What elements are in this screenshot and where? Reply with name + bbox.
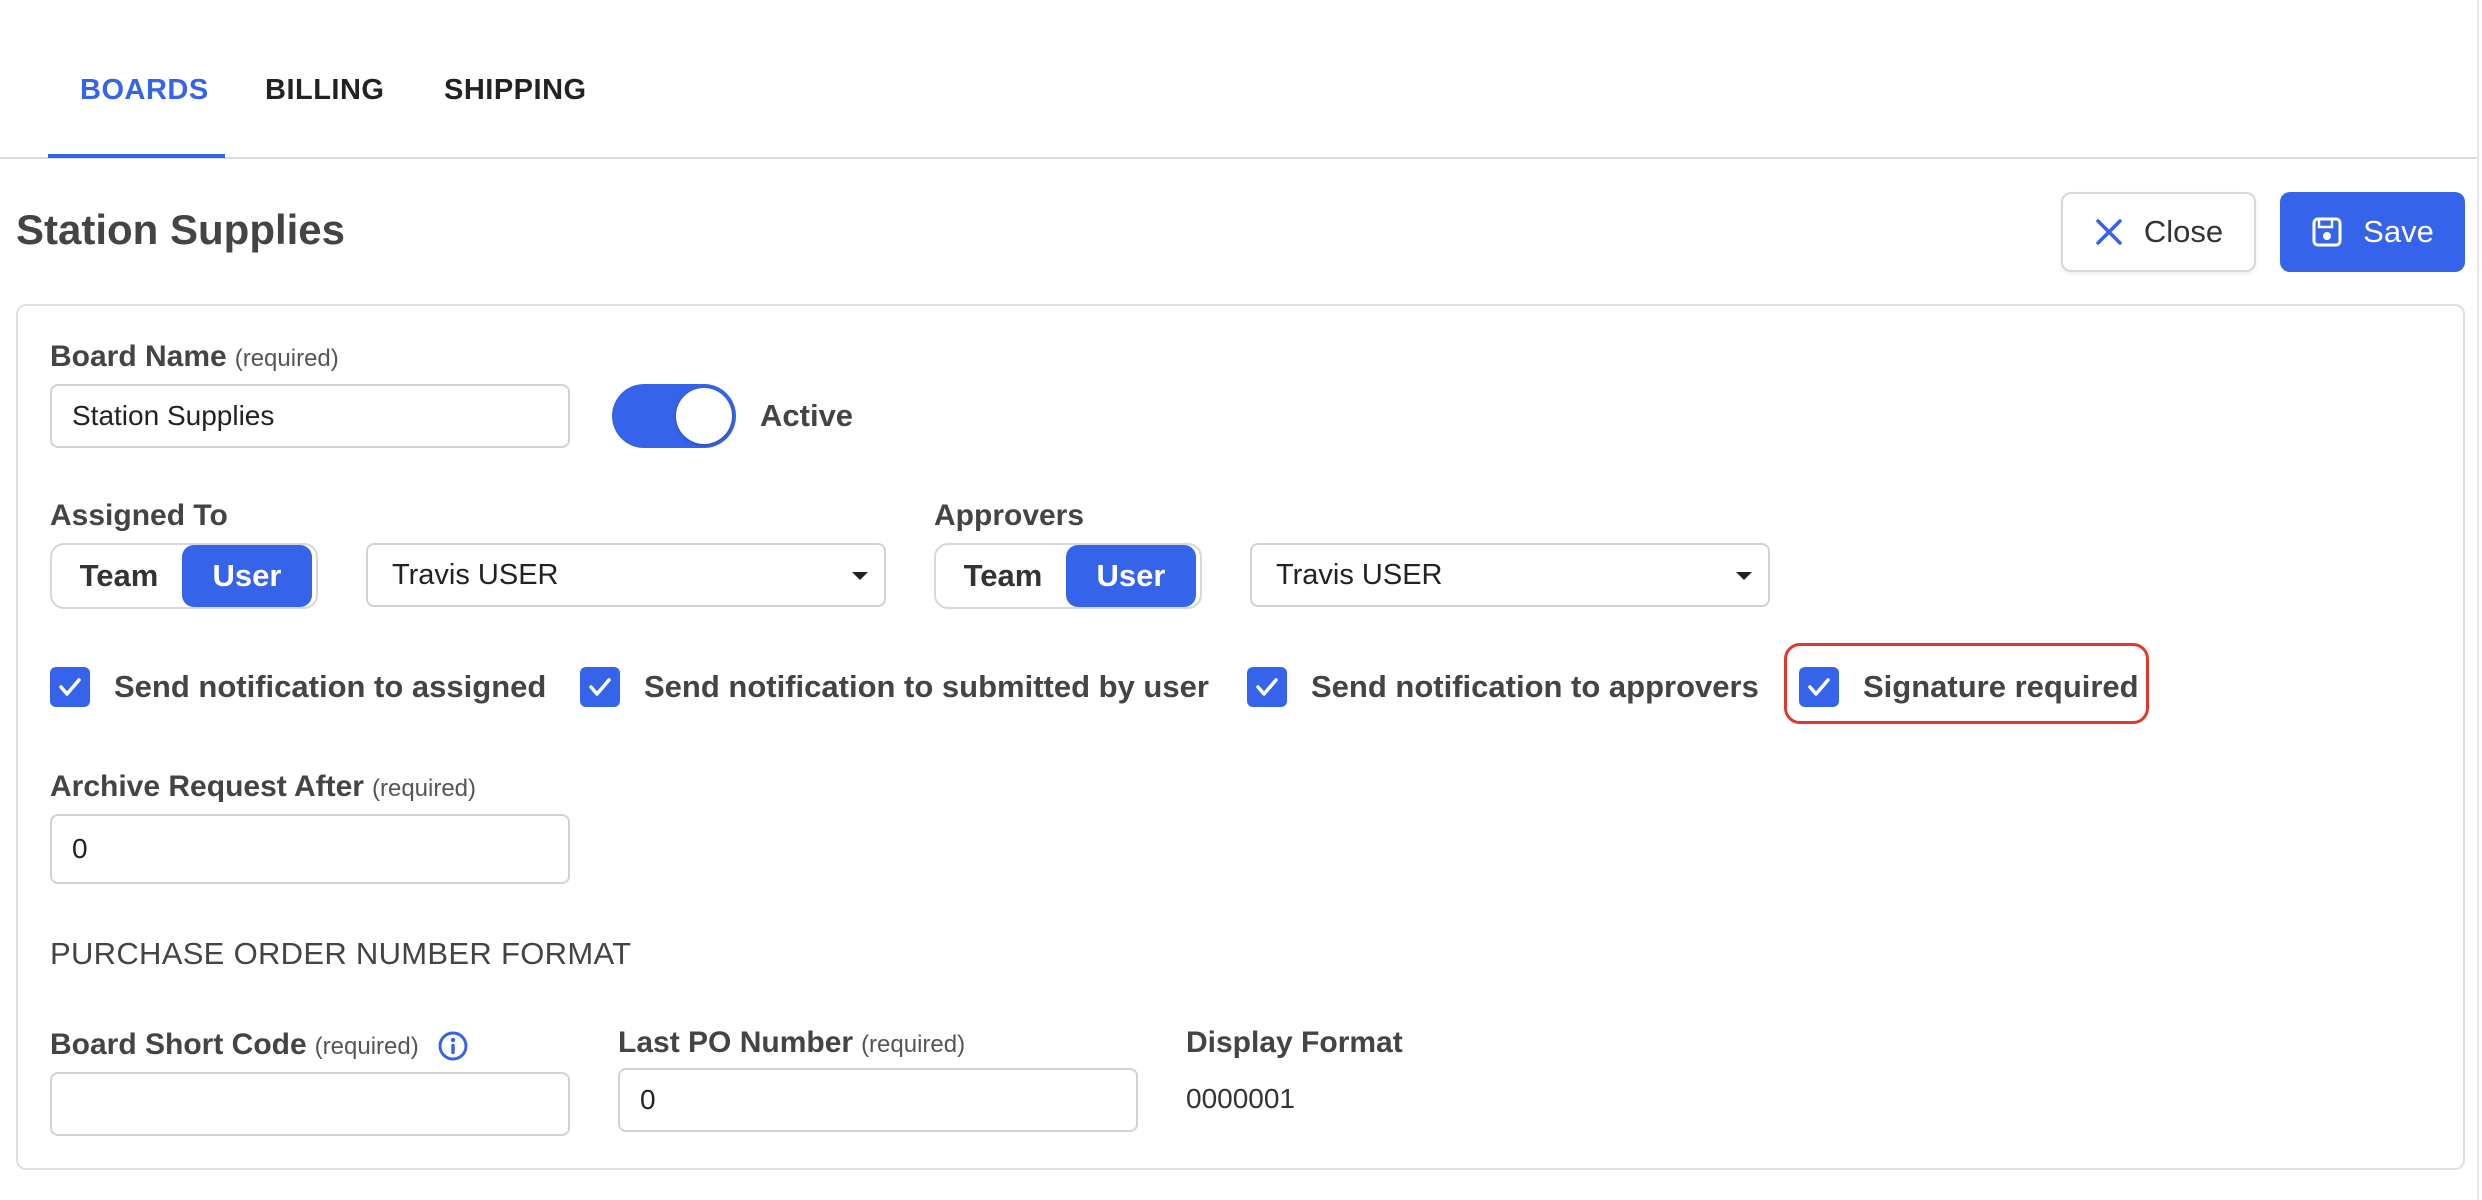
archive-after-label-text: Archive Request After [50,770,364,803]
required-note: (required) [314,1033,419,1060]
assigned-to-mode-toggle: Team User [50,543,318,609]
last-po-number-label: Last PO Number (required) [618,1026,965,1060]
notify-assigned-checkbox[interactable]: Send notification to assigned [50,667,546,707]
assigned-to-label: Assigned To [50,499,228,532]
panel-edge [2477,0,2479,1200]
check-icon [580,667,620,707]
assigned-to-select-value: Travis USER [392,558,559,591]
po-format-heading: PURCHASE ORDER NUMBER FORMAT [50,936,632,971]
approvers-mode-toggle: Team User [934,543,1202,609]
board-short-code-label: Board Short Code (required) [50,1028,469,1062]
caret-down-icon [1736,572,1752,580]
approvers-select[interactable]: Travis USER [1250,543,1770,607]
required-note: (required) [234,345,339,372]
active-tab-indicator [48,154,225,158]
check-icon [1247,667,1287,707]
last-po-number-label-text: Last PO Number [618,1026,854,1059]
display-format-label: Display Format [1186,1026,1403,1059]
approvers-user-option[interactable]: User [1066,545,1196,607]
required-note: (required) [861,1031,966,1058]
approvers-label: Approvers [934,499,1085,532]
tab-boards[interactable]: BOARDS [80,74,209,107]
archive-after-label: Archive Request After (required) [50,770,476,804]
approvers-select-value: Travis USER [1276,558,1443,591]
tab-billing[interactable]: BILLING [265,74,385,107]
notify-assigned-label: Send notification to assigned [114,669,547,704]
toggle-knob [676,388,732,444]
signature-required-label: Signature required [1863,669,2139,704]
close-icon [2096,219,2122,245]
notify-submitter-checkbox[interactable]: Send notification to submitted by user [580,667,1209,707]
info-icon[interactable] [437,1030,469,1062]
signature-required-checkbox[interactable]: Signature required [1799,667,2139,707]
tab-bar: BOARDS BILLING SHIPPING [0,0,2478,159]
board-short-code-input[interactable] [50,1072,570,1136]
close-button[interactable]: Close [2061,192,2256,272]
assigned-team-option[interactable]: Team [56,545,182,607]
save-icon [2312,217,2342,247]
display-format-value: 0000001 [1186,1083,1296,1114]
notify-submitter-label: Send notification to submitted by user [644,669,1209,704]
board-name-input[interactable]: Station Supplies [50,384,570,448]
save-button[interactable]: Save [2280,192,2465,272]
active-toggle[interactable] [612,384,736,448]
approvers-team-option[interactable]: Team [940,545,1066,607]
check-icon [1799,667,1839,707]
required-note: (required) [371,775,477,802]
save-button-label: Save [2363,214,2434,249]
assigned-user-option[interactable]: User [182,545,312,607]
page-title: Station Supplies [16,206,346,253]
check-icon [50,667,90,707]
board-name-label-text: Board Name [50,340,227,373]
notify-approvers-checkbox[interactable]: Send notification to approvers [1247,667,1759,707]
caret-down-icon [852,572,868,580]
close-button-label: Close [2143,214,2224,249]
archive-after-input[interactable]: 0 [50,814,570,884]
active-toggle-label: Active [760,398,854,433]
notify-approvers-label: Send notification to approvers [1311,669,1759,704]
tab-shipping[interactable]: SHIPPING [444,74,587,107]
assigned-to-select[interactable]: Travis USER [366,543,886,607]
last-po-number-input[interactable]: 0 [618,1068,1138,1132]
board-short-code-label-text: Board Short Code [50,1028,307,1061]
board-name-label: Board Name (required) [50,340,339,374]
